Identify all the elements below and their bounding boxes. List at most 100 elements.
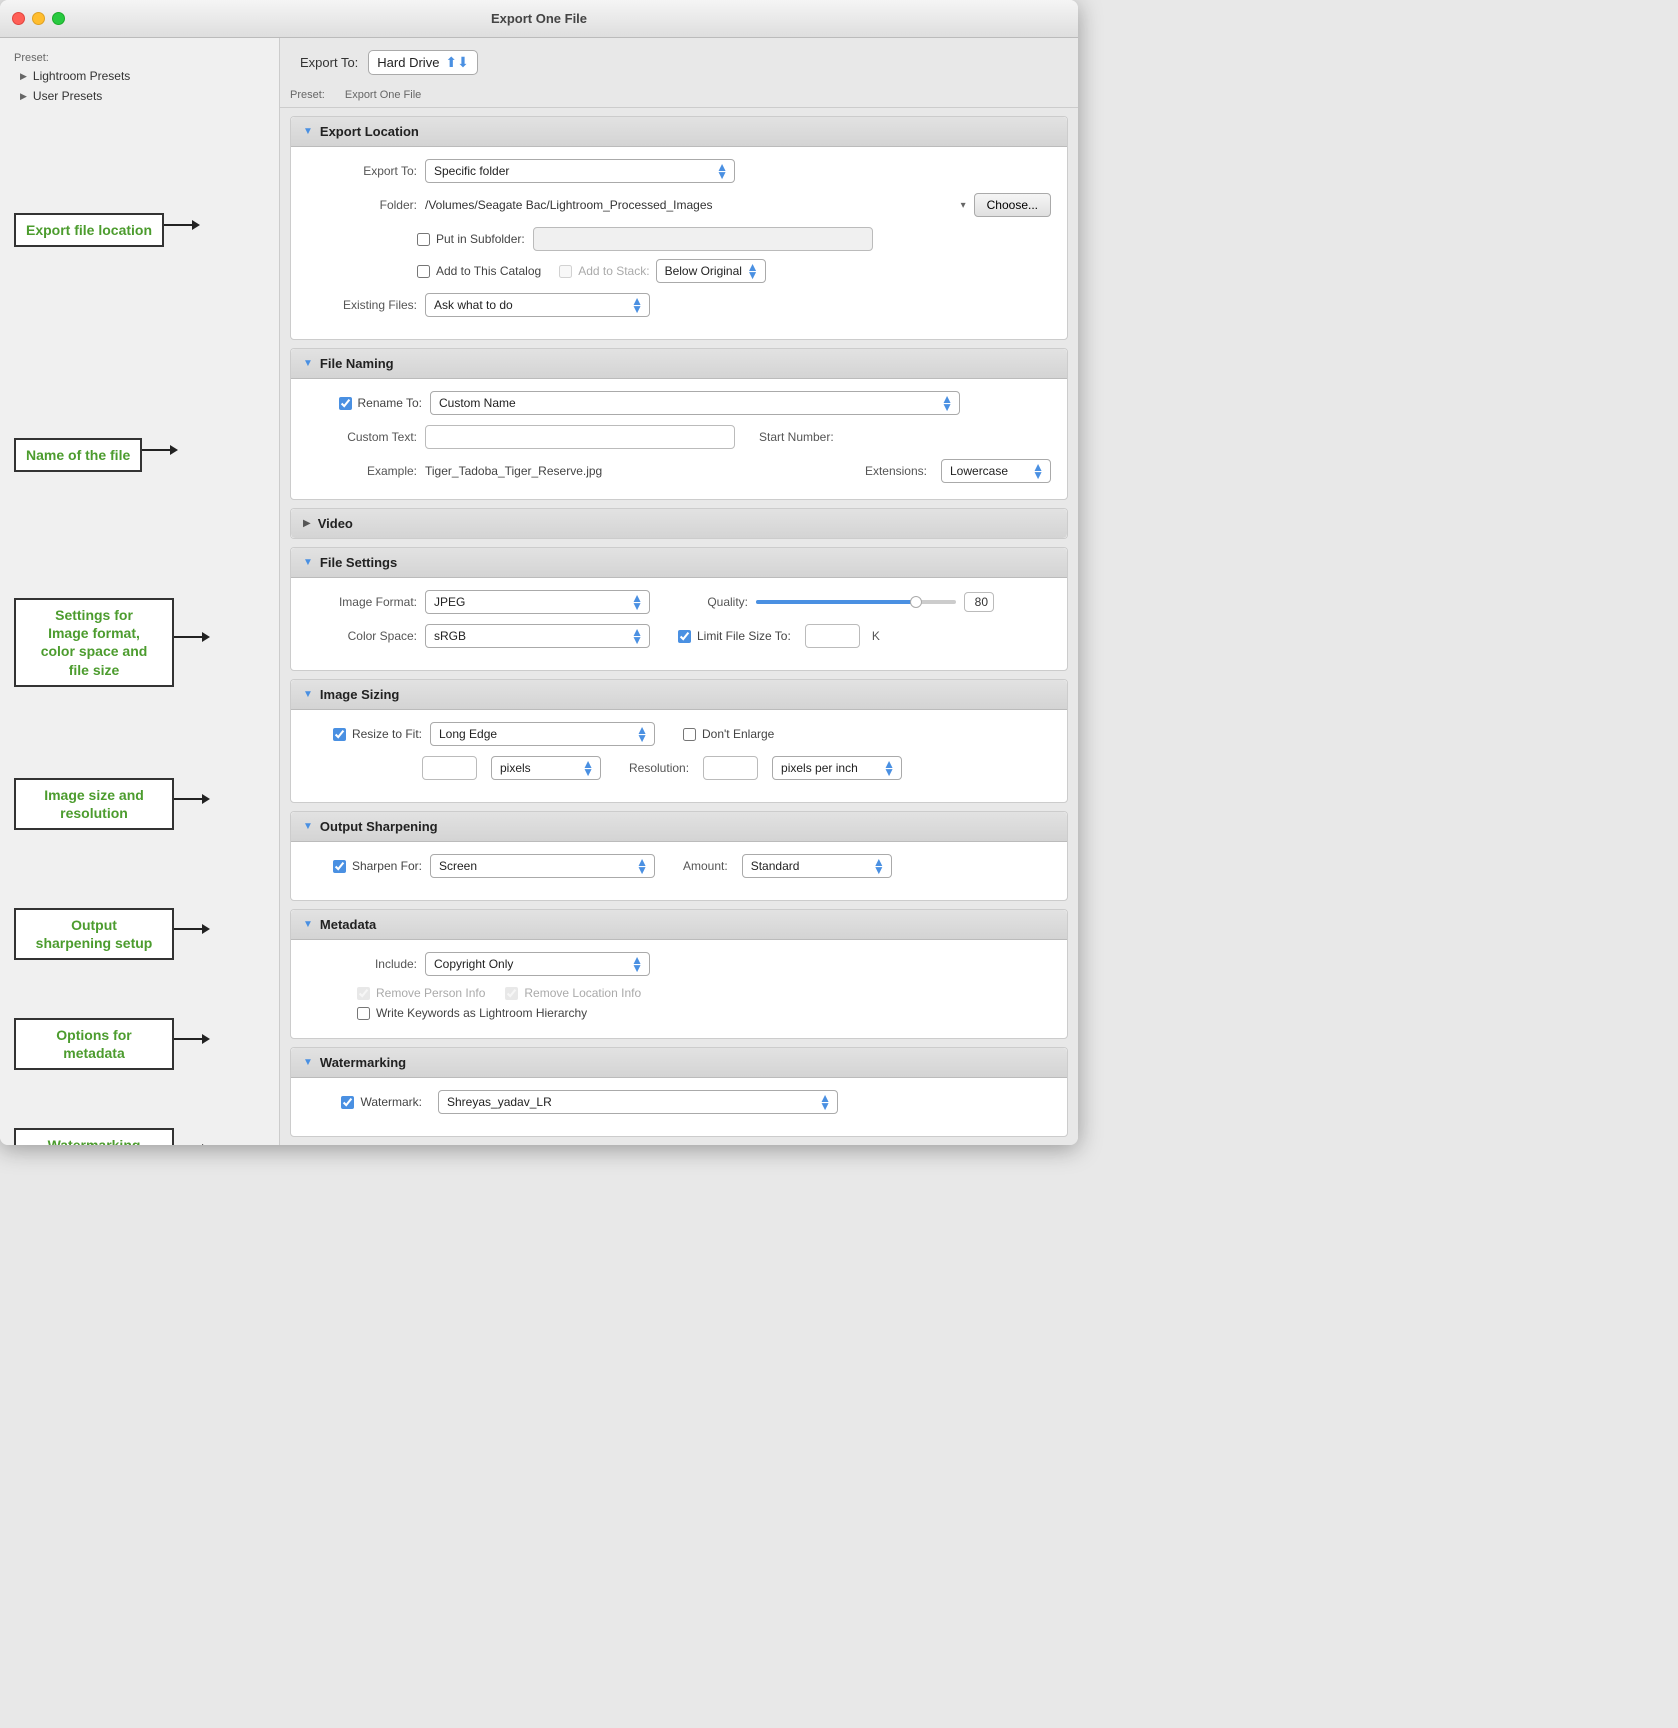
resolution-input[interactable]: 70 [703, 756, 758, 780]
image-format-dropdown[interactable]: JPEG ▲▼ [425, 590, 650, 614]
existing-files-dropdown[interactable]: Ask what to do ▲▼ [425, 293, 650, 317]
subfolder-checkbox[interactable] [417, 233, 430, 246]
quality-slider-thumb[interactable] [910, 596, 922, 608]
section-metadata-body: Include: Copyright Only ▲▼ Remove Person… [291, 940, 1067, 1038]
minimize-button[interactable] [32, 12, 45, 25]
add-to-row: Add to This Catalog Add to Stack: Below … [307, 259, 1051, 283]
existing-files-value: Ask what to do [434, 298, 513, 312]
size-unit-dropdown[interactable]: pixels ▲▼ [491, 756, 601, 780]
section-watermarking-header[interactable]: ▼ Watermarking [291, 1048, 1067, 1078]
export-to-select[interactable]: Hard Drive ⬆⬇ [368, 50, 478, 75]
titlebar: Export One File [0, 0, 1078, 38]
export-to-value: Hard Drive [377, 55, 439, 70]
amount-label: Amount: [683, 859, 728, 873]
sidebar-item-user-presets[interactable]: ▶ User Presets [0, 86, 279, 106]
close-button[interactable] [12, 12, 25, 25]
section-image-sizing-header[interactable]: ▼ Image Sizing [291, 680, 1067, 710]
select-arrows-icon: ▲▼ [636, 726, 648, 743]
select-arrows-icon: ▲▼ [582, 760, 594, 777]
sharpen-for-checkbox[interactable] [333, 860, 346, 873]
select-arrows-icon: ▲▼ [747, 263, 759, 280]
color-space-value: sRGB [434, 629, 466, 643]
include-value: Copyright Only [434, 957, 513, 971]
folder-dropdown-arrow-icon[interactable]: ▾ [961, 200, 966, 211]
add-to-stack-label: Add to Stack: [578, 264, 649, 278]
section-file-naming-header[interactable]: ▼ File Naming [291, 349, 1067, 379]
size-unit-value: pixels [500, 761, 531, 775]
section-file-naming-title: File Naming [320, 356, 394, 371]
section-file-settings-header[interactable]: ▼ File Settings [291, 548, 1067, 578]
content-area: Export To: Hard Drive ⬆⬇ Preset: Export … [280, 38, 1078, 1145]
watermark-dropdown[interactable]: Shreyas_yadav_LR ▲▼ [438, 1090, 838, 1114]
quality-slider-track[interactable] [756, 600, 956, 604]
section-output-sharpening-body: Sharpen For: Screen ▲▼ Amount: Standard … [291, 842, 1067, 900]
rename-to-dropdown[interactable]: Custom Name ▲▼ [430, 391, 960, 415]
section-output-sharpening-header[interactable]: ▼ Output Sharpening [291, 812, 1067, 842]
annotation-file-settings: Settings forImage format,color space and… [14, 598, 210, 687]
sidebar-item-lightroom-presets[interactable]: ▶ Lightroom Presets [0, 66, 279, 86]
sharpen-for-dropdown[interactable]: Screen ▲▼ [430, 854, 655, 878]
folder-label: Folder: [307, 198, 417, 212]
section-metadata-header[interactable]: ▼ Metadata [291, 910, 1067, 940]
watermark-checkbox[interactable] [341, 1096, 354, 1109]
limit-size-checkbox[interactable] [678, 630, 691, 643]
dont-enlarge-checkbox[interactable] [683, 728, 696, 741]
remove-location-checkbox-row: Remove Location Info [505, 986, 641, 1000]
collapse-triangle-icon: ▼ [303, 557, 313, 568]
remove-location-checkbox[interactable] [505, 987, 518, 1000]
sharpen-for-row: Sharpen For: Screen ▲▼ Amount: Standard … [307, 854, 1051, 878]
annotation-watermark: Watermarkingsetup [14, 1128, 210, 1145]
rename-to-checkbox[interactable] [339, 397, 352, 410]
section-watermarking: ▼ Watermarking Watermark: Shreyas_yadav_… [290, 1047, 1068, 1137]
add-to-catalog-checkbox[interactable] [417, 265, 430, 278]
watermark-row: Watermark: Shreyas_yadav_LR ▲▼ [307, 1090, 1051, 1114]
section-export-location-header[interactable]: ▼ Export Location [291, 117, 1067, 147]
resize-to-fit-dropdown[interactable]: Long Edge ▲▼ [430, 722, 655, 746]
section-metadata: ▼ Metadata Include: Copyright Only ▲▼ [290, 909, 1068, 1039]
include-dropdown[interactable]: Copyright Only ▲▼ [425, 952, 650, 976]
rename-to-row: Rename To: Custom Name ▲▼ [307, 391, 1051, 415]
add-to-stack-checkbox[interactable] [559, 265, 572, 278]
amount-dropdown[interactable]: Standard ▲▼ [742, 854, 892, 878]
size-value-input[interactable]: 800 [422, 756, 477, 780]
extensions-dropdown[interactable]: Lowercase ▲▼ [941, 459, 1051, 483]
example-row: Example: Tiger_Tadoba_Tiger_Reserve.jpg … [307, 459, 1051, 483]
custom-text-input[interactable]: Tiger_Tadoba_Tiger_Reserve [425, 425, 735, 449]
remove-person-label: Remove Person Info [376, 986, 485, 1000]
limit-size-unit: K [872, 629, 880, 643]
sidebar: Preset: ▶ Lightroom Presets ▶ User Prese… [0, 38, 280, 1145]
annotation-sharpening: Outputsharpening setup [14, 908, 210, 960]
remove-info-row: Remove Person Info Remove Location Info [307, 986, 1051, 1000]
add-to-catalog-label: Add to This Catalog [436, 264, 541, 278]
section-video-header[interactable]: ▶ Video [291, 509, 1067, 538]
add-to-stack-dropdown[interactable]: Below Original ▲▼ [656, 259, 766, 283]
resize-to-fit-value: Long Edge [439, 727, 497, 741]
preset-bar-value: Export One File [345, 89, 421, 101]
write-keywords-row: Write Keywords as Lightroom Hierarchy [307, 1006, 1051, 1020]
subfolder-checkbox-row: Put in Subfolder: [417, 232, 525, 246]
resolution-unit-value: pixels per inch [781, 761, 858, 775]
preset-bar-label: Preset: [290, 89, 325, 101]
existing-files-label: Existing Files: [307, 298, 417, 312]
export-to-dropdown[interactable]: Specific folder ▲▼ [425, 159, 735, 183]
watermark-value: Shreyas_yadav_LR [447, 1095, 552, 1109]
extensions-value: Lowercase [950, 464, 1008, 478]
resize-to-fit-checkbox[interactable] [333, 728, 346, 741]
remove-person-checkbox[interactable] [357, 987, 370, 1000]
section-export-location-title: Export Location [320, 124, 419, 139]
section-video: ▶ Video [290, 508, 1068, 539]
rename-to-label: Rename To: [358, 396, 422, 410]
limit-size-input[interactable]: 300 [805, 624, 860, 648]
resolution-unit-dropdown[interactable]: pixels per inch ▲▼ [772, 756, 902, 780]
choose-button[interactable]: Choose... [974, 193, 1051, 217]
annotation-metadata: Options formetadata [14, 1018, 210, 1070]
select-arrows-icon: ▲▼ [716, 163, 728, 180]
maximize-button[interactable] [52, 12, 65, 25]
watermark-checkbox-row: Watermark: [307, 1095, 422, 1109]
existing-files-row: Existing Files: Ask what to do ▲▼ [307, 293, 1051, 317]
section-watermarking-body: Watermark: Shreyas_yadav_LR ▲▼ [291, 1078, 1067, 1136]
color-space-dropdown[interactable]: sRGB ▲▼ [425, 624, 650, 648]
subfolder-input[interactable]: BigCat_Tigress_ShreyasYadav [533, 227, 873, 251]
write-keywords-checkbox[interactable] [357, 1007, 370, 1020]
arrow-icon: ▶ [20, 71, 27, 82]
